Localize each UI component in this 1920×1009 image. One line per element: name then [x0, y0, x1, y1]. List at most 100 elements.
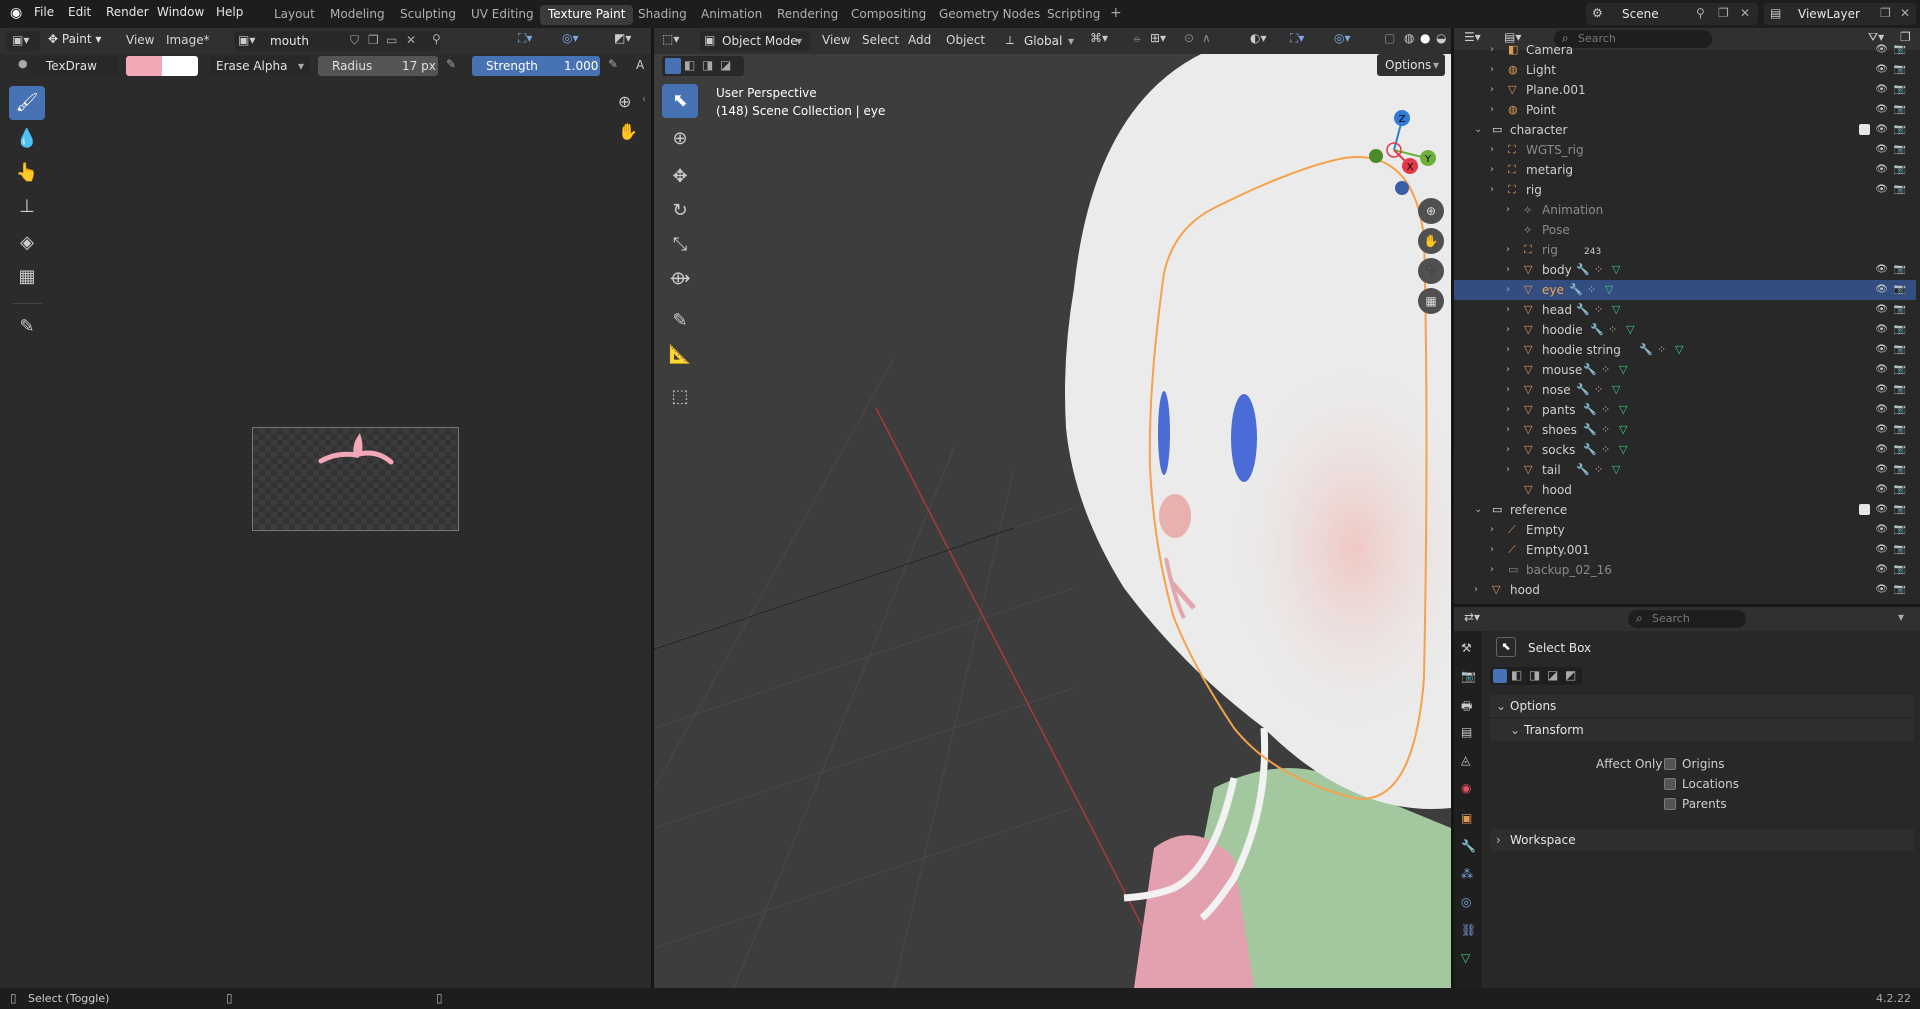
image-canvas[interactable] — [252, 427, 459, 531]
menu-edit[interactable]: Edit — [68, 5, 91, 19]
outliner-row[interactable]: › ⛶ rig 243 — [1454, 240, 1916, 260]
tab-shading[interactable]: Shading — [630, 5, 695, 25]
properties-type-icon[interactable]: ⇄▾ — [1464, 610, 1480, 624]
wireframe-shading-icon[interactable]: ◍ — [1404, 31, 1414, 45]
expand-arrow-icon[interactable]: › — [1490, 520, 1494, 540]
scene-tab-icon[interactable]: ◬ — [1461, 753, 1470, 767]
select-invert-icon[interactable]: ◪ — [720, 58, 731, 72]
annotate-3d-tool[interactable]: ✎ — [662, 304, 698, 338]
visibility-eye-icon[interactable]: 👁 — [1875, 480, 1888, 500]
expand-arrow-icon[interactable]: › — [1490, 100, 1494, 120]
view-layer-selector[interactable]: ▤ ViewLayer ❐ ✕ — [1764, 3, 1916, 25]
world-tab-icon[interactable]: ◉ — [1461, 781, 1471, 795]
visibility-eye-icon[interactable]: 👁 — [1875, 420, 1888, 440]
options-panel-header[interactable]: ⌄ Options — [1490, 695, 1914, 717]
modifier-icon[interactable]: 🔧 — [1569, 280, 1583, 300]
outliner-row[interactable]: › ⛶ WGTS_rig 👁 📷 — [1454, 140, 1916, 160]
unlink-image-icon[interactable]: ✕ — [406, 33, 416, 47]
visibility-eye-icon[interactable]: 👁 — [1875, 500, 1888, 520]
expand-arrow-icon[interactable]: › — [1490, 60, 1494, 80]
cursor-tool[interactable]: ⊕ — [662, 122, 698, 156]
collection-exclude-checkbox[interactable] — [1859, 504, 1870, 515]
viewport-select-menu[interactable]: Select — [862, 33, 899, 47]
visibility-eye-icon[interactable]: 👁 — [1875, 580, 1888, 600]
expand-arrow-icon[interactable]: › — [1506, 300, 1510, 320]
expand-arrow-icon[interactable]: › — [1490, 40, 1494, 60]
vertex-groups-icon[interactable]: ⁘ — [1601, 420, 1610, 440]
vertex-groups-icon[interactable]: ⁘ — [1594, 380, 1603, 400]
transform-tool[interactable]: ⟴ — [662, 262, 698, 296]
delete-scene-icon[interactable]: ✕ — [1740, 6, 1750, 20]
transform-subpanel-header[interactable]: ⌄ Transform — [1490, 719, 1914, 741]
viewport-add-menu[interactable]: Add — [908, 33, 931, 47]
mask-tool[interactable]: ▦ — [9, 260, 45, 294]
brush-selector[interactable]: TexDraw — [30, 56, 118, 76]
tool-settings-more[interactable]: A — [636, 58, 644, 72]
modifier-icon[interactable]: 🔧 — [1583, 420, 1597, 440]
expand-arrow-icon[interactable]: › — [1490, 160, 1494, 180]
viewport-options-button[interactable]: Options ▾ — [1377, 54, 1445, 76]
blender-logo-icon[interactable]: ◉ — [10, 5, 22, 21]
select-new-icon[interactable] — [665, 58, 681, 74]
outliner-row[interactable]: › ◧ Camera 👁 📷 — [1454, 40, 1916, 60]
modifier-icon[interactable]: 🔧 — [1639, 340, 1653, 360]
overlay-icon[interactable]: ◎▾ — [562, 31, 579, 45]
visibility-eye-icon[interactable]: 👁 — [1875, 80, 1888, 100]
workspace-panel-header[interactable]: › Workspace — [1490, 829, 1914, 851]
outliner-row[interactable]: › ◍ Point 👁 📷 — [1454, 100, 1916, 120]
overlays-icon[interactable]: ◎▾ — [1334, 31, 1351, 45]
scene-selector[interactable]: ⚙ Scene ⚲ ❐ ✕ — [1586, 3, 1758, 25]
radius-slider[interactable]: Radius 17 px — [318, 56, 438, 76]
tab-geometry-nodes[interactable]: Geometry Nodes — [931, 5, 1048, 25]
image-browse-icon[interactable]: ▣▾ — [238, 33, 255, 47]
constraints-tab-icon[interactable]: ⛓ — [1461, 923, 1476, 937]
pivot-icon[interactable]: ⌘▾ — [1090, 31, 1108, 45]
strength-pressure-icon[interactable]: ✎ — [608, 57, 618, 71]
sidebar-toggle-icon[interactable]: ‹ — [642, 94, 646, 105]
snap-target-icon[interactable]: ⊞▾ — [1150, 31, 1166, 45]
render-camera-icon[interactable]: 📷 — [1894, 460, 1906, 480]
visibility-eye-icon[interactable]: 👁 — [1875, 560, 1888, 580]
rotate-tool[interactable]: ↻ — [662, 194, 698, 228]
render-camera-icon[interactable]: 📷 — [1894, 320, 1906, 340]
image-menu[interactable]: Image* — [166, 33, 210, 47]
prop-select-invert-icon[interactable]: ◪ — [1547, 668, 1558, 682]
smear-tool[interactable]: 👆 — [9, 156, 45, 190]
tab-uv-editing[interactable]: UV Editing — [463, 5, 542, 25]
pin-icon[interactable]: ⚲ — [1696, 6, 1705, 20]
render-camera-icon[interactable]: 📷 — [1894, 380, 1906, 400]
expand-arrow-icon[interactable]: › — [1474, 580, 1478, 600]
menu-help[interactable]: Help — [216, 5, 243, 19]
expand-arrow-icon[interactable]: › — [1506, 320, 1510, 340]
prop-select-new-icon[interactable] — [1493, 669, 1507, 683]
render-camera-icon[interactable]: 📷 — [1894, 580, 1906, 600]
delete-view-layer-icon[interactable]: ✕ — [1900, 6, 1910, 20]
expand-arrow-icon[interactable]: › — [1506, 420, 1510, 440]
open-image-icon[interactable]: ▭ — [386, 33, 397, 47]
expand-arrow-icon[interactable]: › — [1490, 540, 1494, 560]
expand-arrow-icon[interactable]: › — [1506, 380, 1510, 400]
expand-arrow-icon[interactable]: › — [1490, 80, 1494, 100]
blend-mode-select[interactable]: Erase Alpha ▾ — [210, 56, 310, 76]
object-tab-icon[interactable]: ▣ — [1461, 811, 1472, 825]
outliner-row[interactable]: › ▽ hoodie 🔧 ⁘ ▽ 👁 📷 — [1454, 320, 1916, 340]
visibility-eye-icon[interactable]: 👁 — [1875, 100, 1888, 120]
camera-view-icon[interactable]: 🎥 — [1418, 258, 1444, 284]
render-camera-icon[interactable]: 📷 — [1894, 40, 1906, 60]
outliner-row[interactable]: › ▽ eye 🔧 ⁘ ▽ 👁 📷 — [1454, 280, 1916, 300]
visibility-eye-icon[interactable]: 👁 — [1875, 520, 1888, 540]
image-view-menu[interactable]: View — [126, 33, 154, 47]
modifier-icon[interactable]: 🔧 — [1583, 360, 1597, 380]
outliner-row[interactable]: ⟡ Pose — [1454, 220, 1916, 240]
outliner-row[interactable]: › ▽ head 🔧 ⁘ ▽ 👁 📷 — [1454, 300, 1916, 320]
expand-arrow-icon[interactable]: › — [1506, 360, 1510, 380]
outliner-row[interactable]: › ⟡ Animation — [1454, 200, 1916, 220]
viewport-view-menu[interactable]: View — [822, 33, 850, 47]
expand-arrow-icon[interactable]: › — [1490, 140, 1494, 160]
properties-search[interactable]: ⌕ Search — [1628, 610, 1746, 628]
draw-tool[interactable]: 🖌 — [9, 86, 45, 120]
tab-layout[interactable]: Layout — [266, 5, 323, 25]
modifier-icon[interactable]: 🔧 — [1576, 380, 1590, 400]
xray-icon[interactable]: ▢ — [1384, 31, 1395, 45]
tab-animation[interactable]: Animation — [693, 5, 770, 25]
